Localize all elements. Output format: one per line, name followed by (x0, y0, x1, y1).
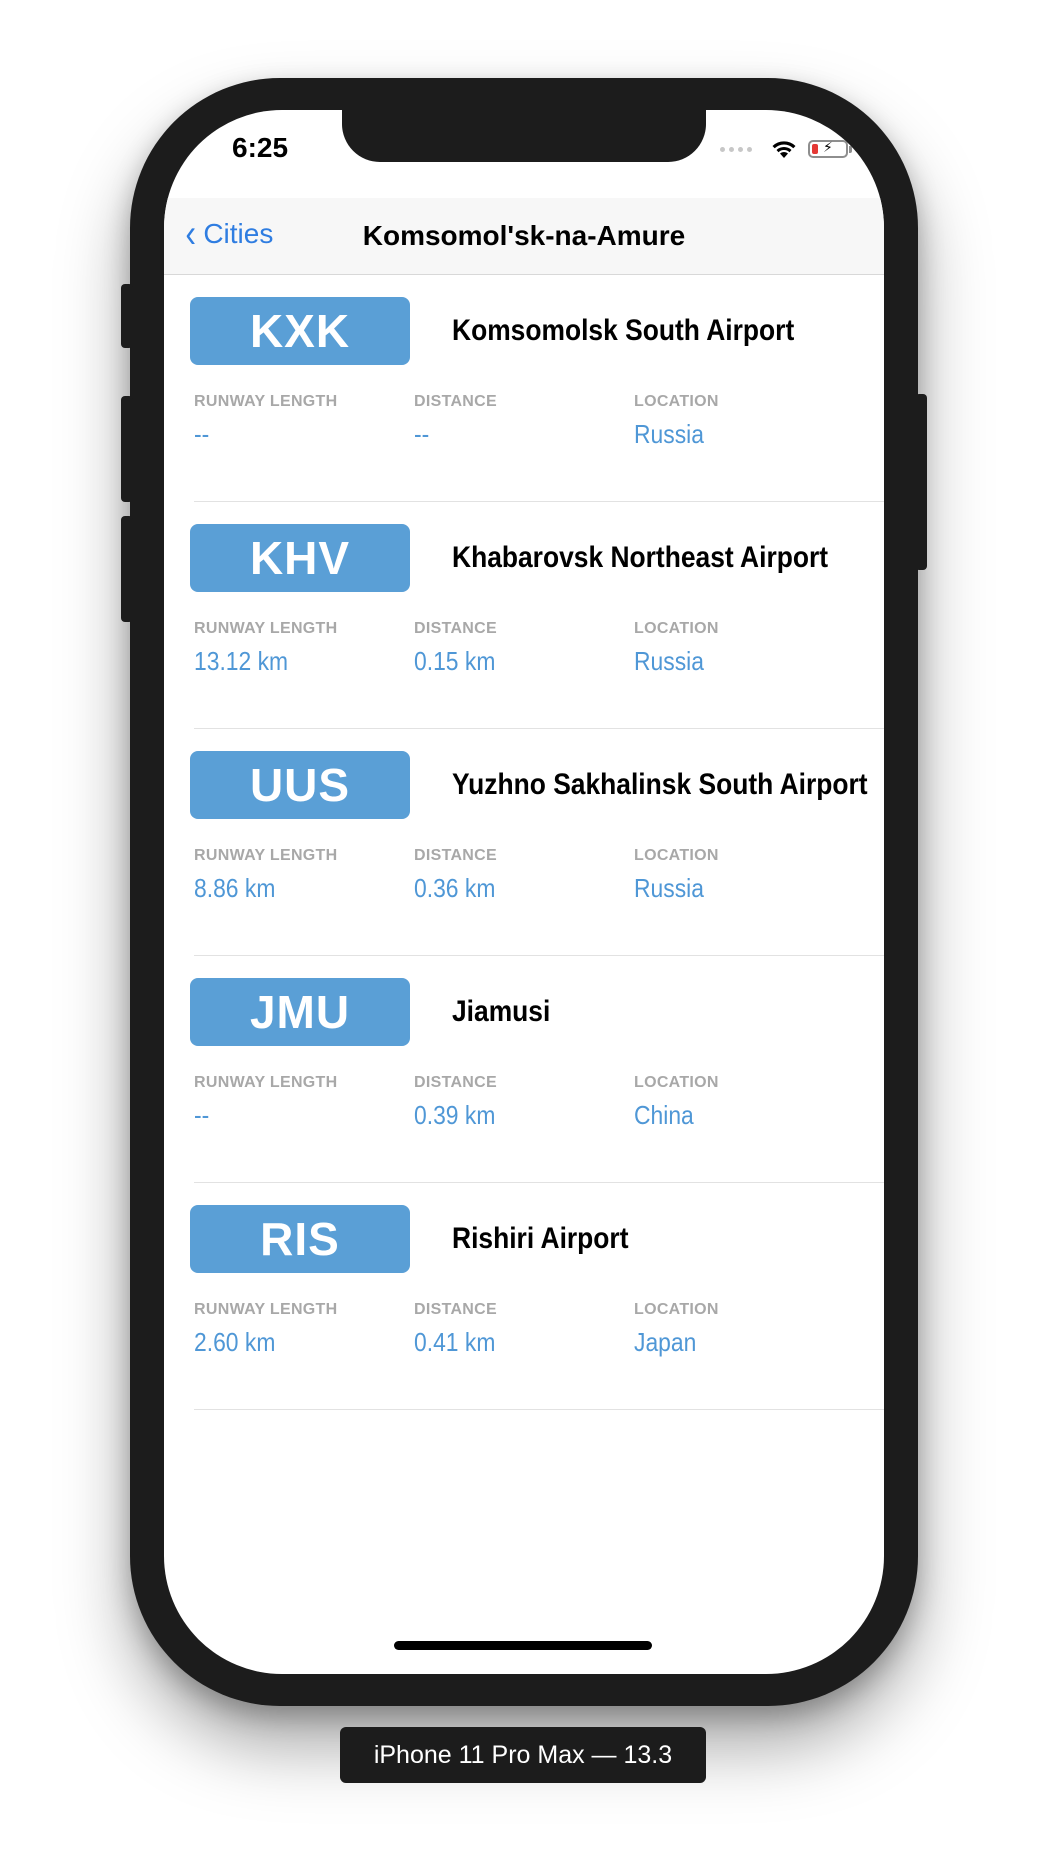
airport-code-badge: KXK (190, 297, 410, 365)
airport-name: Khabarovsk Northeast Airport (452, 541, 829, 574)
location-label: LOCATION (634, 847, 719, 864)
runway-label: RUNWAY LENGTH (194, 393, 338, 410)
location-stat: LOCATION Russia (634, 620, 719, 677)
distance-value: 0.15 km (414, 646, 496, 676)
location-stat: LOCATION Russia (634, 393, 719, 450)
runway-value: 13.12 km (194, 646, 289, 676)
location-label: LOCATION (634, 1301, 719, 1318)
volume-up-button (121, 396, 133, 502)
runway-stat: RUNWAY LENGTH 13.12 km (194, 620, 337, 677)
runway-stat: RUNWAY LENGTH 2.60 km (194, 1301, 337, 1358)
distance-stat: DISTANCE 0.41 km (414, 1301, 507, 1358)
airport-list: KXK Komsomolsk South Airport RUNWAY LENG… (164, 275, 884, 1410)
runway-stat: RUNWAY LENGTH -- (194, 1074, 337, 1131)
airport-row[interactable]: KHV Khabarovsk Northeast Airport RUNWAY … (190, 502, 884, 729)
airport-row[interactable]: JMU Jiamusi RUNWAY LENGTH -- DISTANCE 0.… (190, 956, 884, 1183)
distance-stat: DISTANCE 0.15 km (414, 620, 507, 677)
distance-stat: DISTANCE 0.36 km (414, 847, 507, 904)
notch (342, 110, 706, 162)
runway-value: -- (194, 1100, 210, 1130)
location-label: LOCATION (634, 620, 719, 637)
wifi-icon (772, 141, 796, 158)
battery-icon: ⚡ (808, 139, 852, 158)
distance-label: DISTANCE (414, 1301, 497, 1318)
status-time: 6:25 (232, 132, 289, 163)
airport-code-badge: UUS (190, 751, 410, 819)
airport-code-badge: KHV (190, 524, 410, 592)
device-label: iPhone 11 Pro Max — 13.3 (340, 1727, 706, 1783)
airport-name: Rishiri Airport (452, 1222, 629, 1255)
runway-value: -- (194, 419, 210, 449)
runway-label: RUNWAY LENGTH (194, 620, 338, 637)
location-value: Japan (634, 1327, 697, 1357)
location-value: China (634, 1100, 694, 1130)
battery-level (812, 144, 818, 154)
volume-down-button (121, 516, 133, 622)
airport-row[interactable]: UUS Yuzhno Sakhalinsk South Airport RUNW… (190, 729, 884, 956)
airport-row[interactable]: RIS Rishiri Airport RUNWAY LENGTH 2.60 k… (190, 1183, 884, 1410)
distance-value: -- (414, 419, 430, 449)
airport-name: Jiamusi (452, 995, 551, 1028)
airport-name: Yuzhno Sakhalinsk South Airport (452, 768, 868, 801)
location-value: Russia (634, 646, 704, 676)
distance-stat: DISTANCE -- (414, 393, 497, 450)
runway-value: 2.60 km (194, 1327, 276, 1357)
location-label: LOCATION (634, 393, 719, 410)
location-label: LOCATION (634, 1074, 719, 1091)
distance-label: DISTANCE (414, 620, 497, 637)
runway-label: RUNWAY LENGTH (194, 1301, 338, 1318)
distance-stat: DISTANCE 0.39 km (414, 1074, 507, 1131)
location-value: Russia (634, 419, 704, 449)
screen: 6:25 ⚡ ‹ Cities Komsomol'sk-na-Amure KXK… (164, 110, 884, 1674)
location-stat: LOCATION Japan (634, 1301, 719, 1358)
airport-code-badge: RIS (190, 1205, 410, 1273)
navigation-bar: ‹ Cities Komsomol'sk-na-Amure (164, 198, 884, 275)
airport-name: Komsomolsk South Airport (452, 314, 795, 347)
airport-row[interactable]: KXK Komsomolsk South Airport RUNWAY LENG… (190, 275, 884, 502)
location-value: Russia (634, 873, 704, 903)
distance-value: 0.36 km (414, 873, 496, 903)
distance-label: DISTANCE (414, 1074, 497, 1091)
power-button (915, 394, 927, 570)
runway-stat: RUNWAY LENGTH -- (194, 393, 337, 450)
location-stat: LOCATION China (634, 1074, 719, 1131)
home-indicator[interactable] (394, 1641, 652, 1650)
runway-label: RUNWAY LENGTH (194, 1074, 338, 1091)
status-icons: ⚡ (720, 138, 852, 160)
distance-label: DISTANCE (414, 847, 497, 864)
runway-stat: RUNWAY LENGTH 8.86 km (194, 847, 337, 904)
runway-value: 8.86 km (194, 873, 276, 903)
distance-label: DISTANCE (414, 393, 497, 410)
runway-label: RUNWAY LENGTH (194, 847, 338, 864)
distance-value: 0.41 km (414, 1327, 496, 1357)
charging-bolt-icon: ⚡ (823, 139, 833, 155)
location-stat: LOCATION Russia (634, 847, 719, 904)
distance-value: 0.39 km (414, 1100, 496, 1130)
cellular-signal-icon (720, 146, 752, 152)
page-title: Komsomol'sk-na-Amure (362, 220, 686, 251)
mute-switch (121, 284, 133, 348)
airport-code-badge: JMU (190, 978, 410, 1046)
